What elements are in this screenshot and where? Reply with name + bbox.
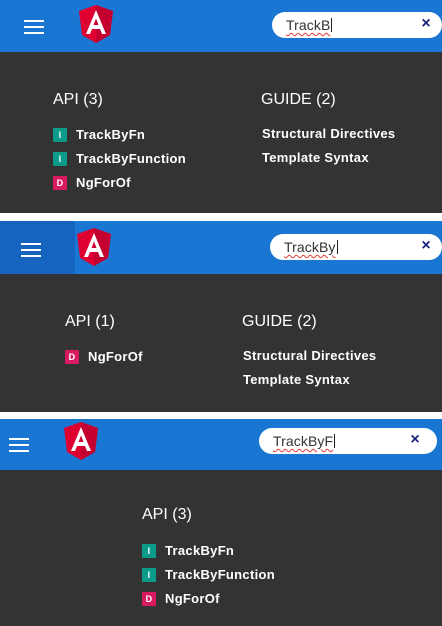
close-icon[interactable]: × [418,238,434,254]
guide-item[interactable]: Structural Directives [262,126,395,142]
result-item[interactable]: D NgForOf [142,590,220,606]
close-icon[interactable]: × [407,432,423,448]
search-box[interactable]: TrackBy × [270,234,442,260]
interface-badge: I [53,127,67,142]
search-box[interactable]: TrackByF × [259,428,437,454]
angular-logo-icon[interactable] [79,5,113,43]
hamburger-icon[interactable] [24,18,46,34]
toolbar-3: TrackByF × [0,419,442,470]
result-item[interactable]: D NgForOf [65,348,143,364]
hamburger-icon[interactable] [21,241,43,257]
toolbar-1: TrackB × [0,0,442,52]
guide-heading: GUIDE (2) [242,313,317,330]
result-item[interactable]: I TrackByFn [53,126,145,142]
search-results-3: API (3) I TrackByFn I TrackByFunction D NgF… [0,470,442,626]
search-input[interactable]: TrackBy [284,239,412,255]
result-item[interactable]: I TrackByFunction [142,566,275,582]
api-heading: API (1) [65,313,115,330]
close-icon[interactable]: × [418,16,434,32]
directive-badge: D [142,591,156,606]
api-heading: API (3) [142,506,192,523]
directive-badge: D [65,349,79,364]
directive-badge: D [53,175,67,190]
result-item[interactable]: I TrackByFunction [53,150,186,166]
result-item[interactable]: I TrackByFn [142,542,234,558]
guide-heading: GUIDE (2) [261,91,336,108]
guide-item[interactable]: Template Syntax [243,372,350,388]
search-input[interactable]: TrackB [286,17,412,33]
hamburger-icon[interactable] [9,436,31,452]
guide-item[interactable]: Structural Directives [243,348,376,364]
search-results-2: API (1) D NgForOf GUIDE (2) Structural Di… [0,274,442,412]
interface-badge: I [142,543,156,558]
guide-item[interactable]: Template Syntax [262,150,369,166]
search-input[interactable]: TrackByF [273,433,407,449]
toolbar-2: TrackBy × [0,221,442,274]
interface-badge: I [53,151,67,166]
interface-badge: I [142,567,156,582]
search-results-1: API (3) I TrackByFn I TrackByFunction D NgF… [0,52,442,213]
result-item[interactable]: D NgForOf [53,174,131,190]
search-box[interactable]: TrackB × [272,12,442,38]
angular-logo-icon[interactable] [77,228,111,266]
angular-logo-icon[interactable] [64,422,98,460]
api-heading: API (3) [53,91,103,108]
